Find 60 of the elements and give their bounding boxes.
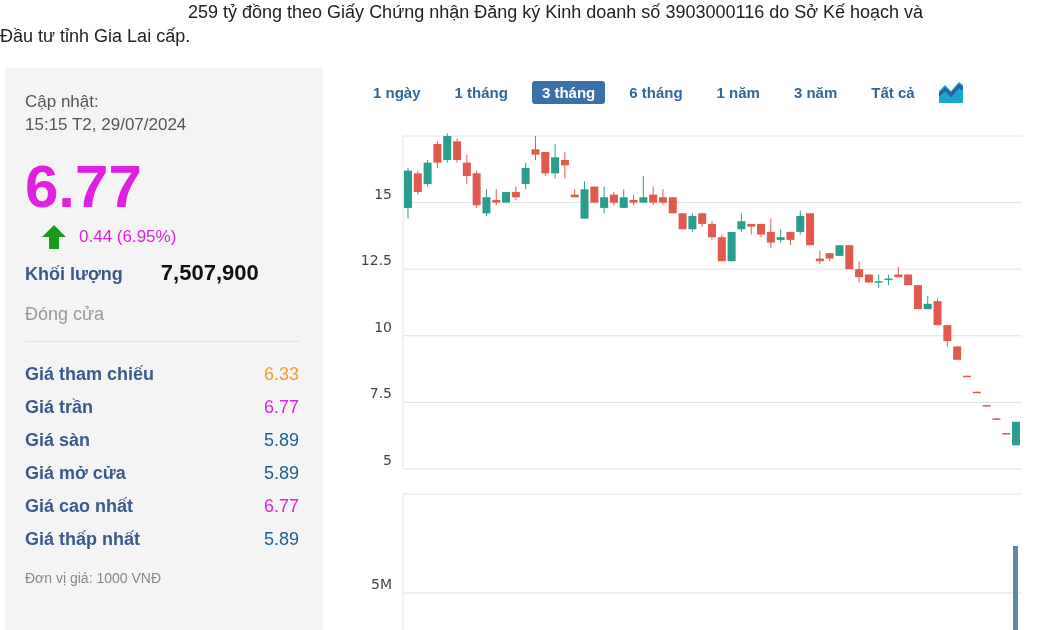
price-value: 5.89 [263, 463, 299, 484]
range-tab[interactable]: Tất cả [861, 80, 925, 104]
candlestick [502, 191, 511, 204]
candlestick [472, 170, 481, 209]
axis-label: 5M [371, 576, 392, 592]
price-label: Giá mở cửa [25, 463, 126, 484]
axis-label: 5 [383, 452, 392, 468]
candlestick [688, 212, 697, 233]
candlestick [453, 138, 462, 164]
candlestick [806, 212, 815, 246]
candlestick [717, 234, 726, 262]
candlestick [678, 212, 687, 230]
updated-time: 15:15 T2, 29/07/2024 [25, 114, 188, 136]
market-status: Đóng cửa [25, 304, 106, 325]
candlestick [433, 140, 442, 169]
axis-label: 15 [374, 185, 392, 202]
updated-label: Cập nhật: [25, 91, 100, 113]
range-tab[interactable]: 1 năm [706, 80, 770, 104]
candlestick [992, 417, 1001, 421]
price-value: 6.77 [263, 496, 299, 517]
candlestick [658, 188, 667, 206]
up-arrow-icon [41, 224, 67, 250]
candlestick [894, 266, 903, 278]
axis-label: 7.5 [369, 385, 392, 402]
price-value: 5.89 [263, 430, 299, 451]
price-value: 5.89 [263, 529, 299, 550]
axis-label: 12.5 [360, 252, 392, 269]
range-tab[interactable]: 1 ngày [363, 80, 431, 104]
volume-value: 7,507,900 [160, 260, 259, 286]
price-label: Giá trần [25, 397, 94, 418]
price-label: Giá tham chiếu [25, 364, 155, 385]
range-tab[interactable]: 3 tháng [531, 80, 606, 104]
range-tab[interactable]: 3 năm [783, 80, 848, 104]
candlestick [541, 151, 550, 177]
range-tab[interactable]: 6 tháng [619, 80, 693, 104]
candlestick [972, 391, 981, 394]
candlestick [962, 375, 971, 378]
candlestick [531, 135, 540, 161]
current-price: 6.77 [25, 156, 143, 218]
candlestick [668, 196, 677, 214]
range-tab[interactable]: 1 tháng [444, 80, 518, 104]
area-chart-icon[interactable] [938, 81, 963, 103]
volume-label: Khối lượng [25, 264, 123, 285]
candlestick [551, 143, 560, 180]
candlestick [462, 154, 471, 185]
candlestick [884, 274, 893, 286]
price-change: 0.44 (6.95%) [79, 227, 177, 247]
price-label: Giá sàn [25, 430, 91, 451]
price-label: Giá cao nhất [25, 496, 134, 517]
candlestick [698, 212, 707, 228]
description-paragraph: 259 tỷ đồng theo Giấy Chứng nhận Đăng ký Kinh doanh số 3903000116 do Sở Kế hoạch và Đầu tư tỉnh Gia Lai cấp. [0, 1, 925, 48]
candlestick [560, 151, 569, 180]
candlestick [443, 132, 452, 164]
price-label: Giá thấp nhất [25, 529, 140, 550]
price-value: 6.77 [263, 397, 299, 418]
price-value: 6.33 [263, 364, 299, 385]
candlestick [423, 159, 432, 188]
candlestick [982, 404, 991, 407]
axis-label: 10 [374, 318, 392, 335]
unit-note: Đơn vị giá: 1000 VNĐ [25, 570, 163, 586]
